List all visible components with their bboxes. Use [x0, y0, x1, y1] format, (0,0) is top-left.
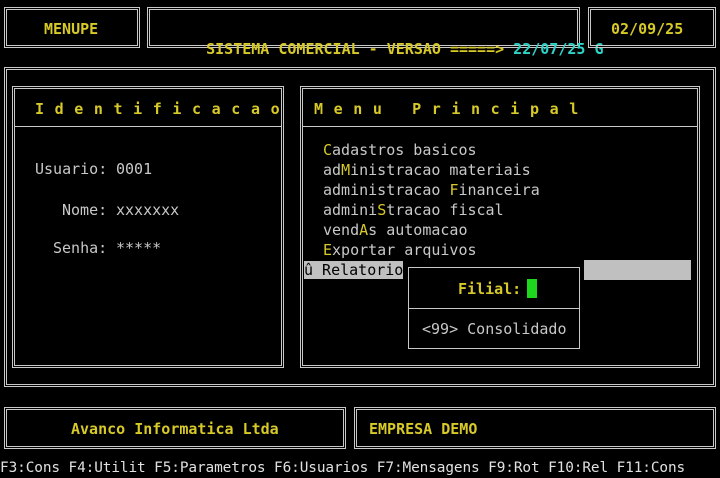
menu-item-hotkey: C: [323, 141, 333, 159]
identification-divider: [15, 126, 281, 127]
program-name-box: MENUPE: [4, 7, 140, 48]
filial-input-cursor[interactable]: [527, 279, 538, 298]
identification-title: Identificacao: [35, 100, 291, 118]
filial-option-consolidado[interactable]: <99> Consolidado: [422, 319, 567, 339]
company-right-name: EMPRESA DEMO: [369, 420, 478, 438]
menu-item-hotkey: E: [323, 241, 333, 259]
password-label: Senha:: [53, 239, 108, 257]
program-name: MENUPE: [44, 20, 99, 38]
user-label: Usuario:: [35, 160, 108, 178]
menu-item-materiais[interactable]: adMinistracao materiais: [323, 160, 531, 180]
user-value[interactable]: 0001: [116, 159, 152, 179]
name-label: Nome:: [62, 201, 108, 219]
menu-item-hotkey: M: [341, 161, 351, 179]
menu-item-financeira[interactable]: administracao Financeira: [323, 180, 540, 200]
filial-popup: Filial: <99> Consolidado: [408, 267, 580, 349]
filial-label-text: Filial:: [458, 280, 522, 298]
menu-item-cadastros[interactable]: Cadastros basicos: [323, 140, 477, 160]
menu-item-text: s automacao: [368, 221, 468, 239]
filial-popup-divider: [409, 308, 579, 309]
name-value[interactable]: xxxxxxx: [116, 200, 179, 220]
company-right-box: EMPRESA DEMO: [354, 407, 716, 449]
menu-item-text: inanceira: [458, 181, 540, 199]
menu-item-text: tracao fiscal: [386, 201, 504, 219]
menu-item-relatorio[interactable]: û Relatorio: [304, 260, 404, 280]
function-key-bar[interactable]: F3:Cons F4:Utilit F5:Parametros F6:Usuar…: [0, 459, 720, 477]
menu-selection-bar: [584, 260, 691, 280]
menu-item-text: administracao: [323, 181, 450, 199]
date-box: 02/09/25: [588, 7, 716, 48]
menu-item-text: adastros basicos: [332, 141, 477, 159]
menu-item-text: inistracao materiais: [350, 161, 531, 179]
menu-item-exportar[interactable]: Exportar arquivos: [323, 240, 477, 260]
menu-item-text: vend: [323, 221, 360, 239]
company-left-box: Avanco Informatica Ltda: [4, 407, 346, 449]
menu-item-hotkey: S: [377, 201, 387, 219]
menu-item-selected-text: û Relatorio: [304, 261, 404, 279]
identification-panel: Identificacao Usuario: 0001 Nome: xxxxxx…: [12, 86, 284, 368]
menu-item-text: admini: [323, 201, 378, 219]
menu-item-automacao[interactable]: vendAs automacao: [323, 220, 468, 240]
current-date: 02/09/25: [611, 20, 684, 38]
password-value[interactable]: *****: [116, 238, 161, 258]
menu-item-text: xportar arquivos: [332, 241, 477, 259]
system-title-text: SISTEMA COMERCIAL - VERSAO =====>: [206, 40, 505, 58]
menu-item-text: ad: [323, 161, 342, 179]
menu-item-hotkey: A: [359, 221, 369, 239]
system-title-box: SISTEMA COMERCIAL - VERSAO =====> 22/07/…: [147, 7, 603, 58]
company-left-name: Avanco Informatica Ltda: [71, 420, 279, 438]
main-menu-divider: [303, 126, 697, 127]
menu-item-fiscal[interactable]: adminiStracao fiscal: [323, 200, 504, 220]
main-menu-title: Menu Principal: [314, 100, 589, 118]
filial-label: Filial:: [458, 279, 538, 299]
